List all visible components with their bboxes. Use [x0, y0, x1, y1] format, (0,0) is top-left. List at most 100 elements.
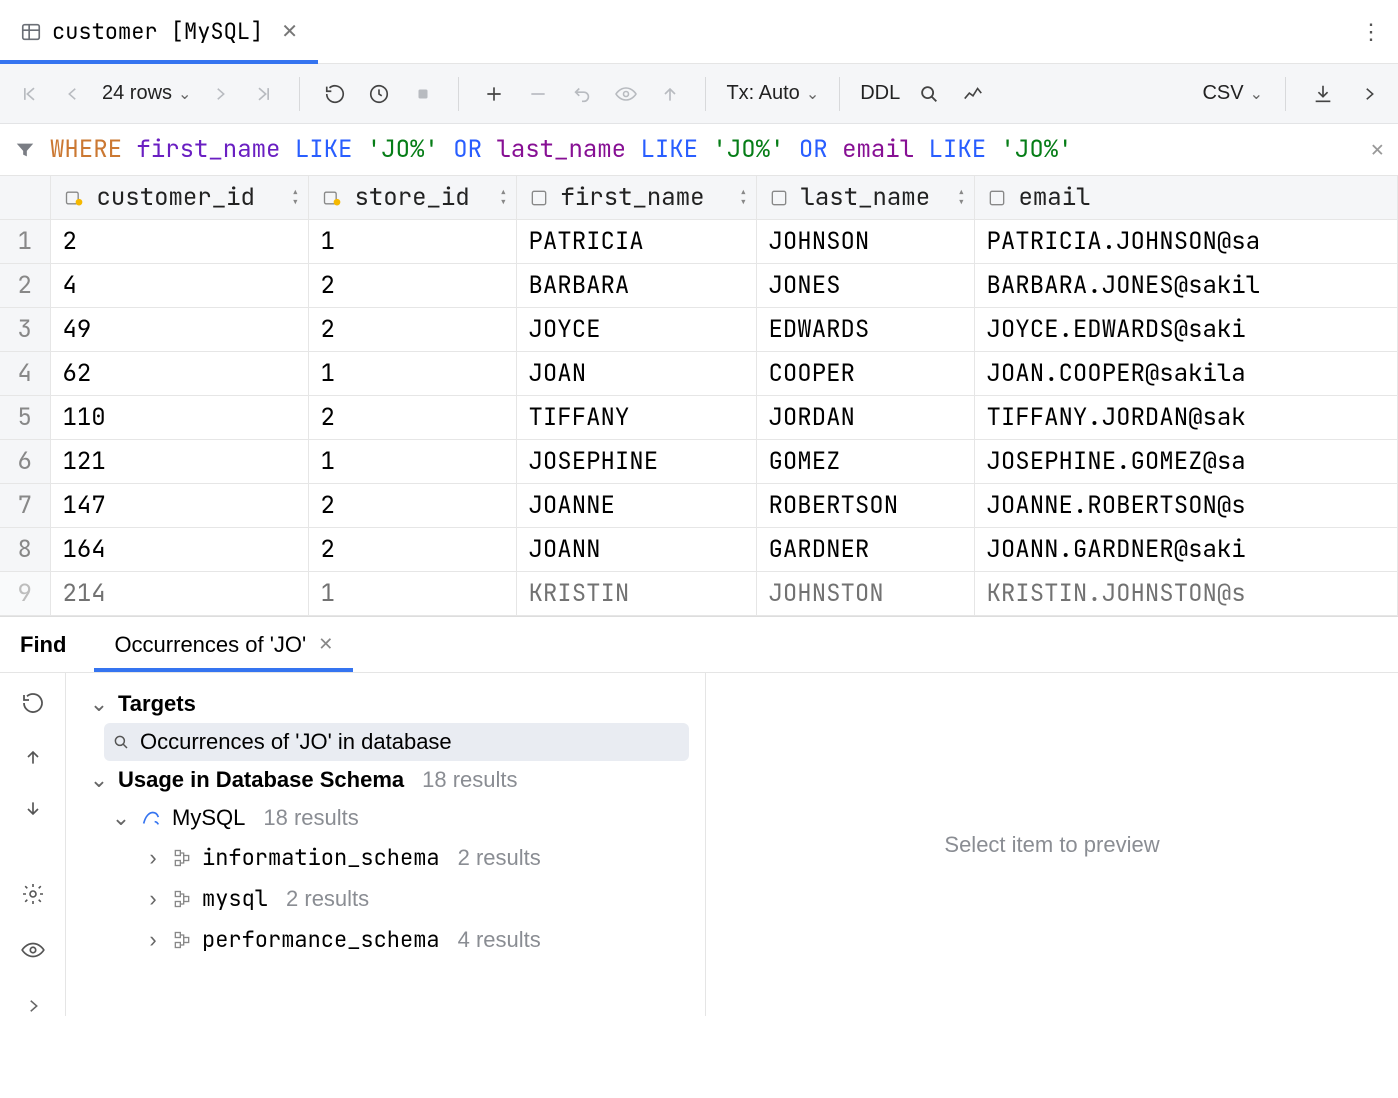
- find-panel: Find Occurrences of 'JO' ✕ ⌄ Targets Occ…: [0, 616, 1398, 1016]
- find-panel-tabs: Find Occurrences of 'JO' ✕: [0, 617, 1398, 673]
- find-results-tree: ⌄ Targets Occurrences of 'JO' in databas…: [66, 673, 706, 1016]
- chevron-down-icon[interactable]: ⌄: [90, 767, 108, 793]
- ddl-button[interactable]: DDL: [860, 82, 900, 105]
- col-label: email: [1019, 182, 1091, 213]
- remove-row-icon[interactable]: [523, 77, 553, 111]
- chevron-down-icon[interactable]: ⌄: [90, 691, 108, 717]
- search-icon[interactable]: [914, 77, 944, 111]
- gear-icon[interactable]: [21, 882, 45, 913]
- find-preview-pane: Select item to preview: [706, 673, 1398, 1016]
- table-row[interactable]: 61211JOSEPHINEGOMEZJOSEPHINE.GOMEZ@sa: [0, 440, 1398, 484]
- col-label: first_name: [561, 182, 705, 213]
- col-label: customer_id: [97, 182, 255, 213]
- col-store-id[interactable]: store_id ▴▾: [308, 176, 516, 220]
- refresh-icon[interactable]: [21, 691, 45, 722]
- tab-label: Occurrences of 'JO': [114, 632, 306, 658]
- kw-like: LIKE: [640, 134, 698, 165]
- table-row[interactable]: 81642JOANNGARDNERJOANN.GARDNER@saki: [0, 528, 1398, 572]
- sort-icon[interactable]: ▴▾: [739, 188, 747, 208]
- col-first-name[interactable]: first_name ▴▾: [516, 176, 756, 220]
- chart-icon[interactable]: [958, 77, 988, 111]
- revert-icon[interactable]: [567, 77, 597, 111]
- sort-icon[interactable]: ▴▾: [291, 188, 299, 208]
- table-header-row: customer_id ▴▾ store_id ▴▾ first_name ▴▾: [0, 176, 1398, 220]
- tree-schema-performance-schema[interactable]: › performance_schema 4 results: [136, 919, 689, 960]
- chevron-down-icon: ⌄: [178, 84, 191, 104]
- col-customer-id[interactable]: customer_id ▴▾: [50, 176, 308, 220]
- more-icon[interactable]: [1354, 77, 1384, 111]
- tree-occurrences-db[interactable]: Occurrences of 'JO' in database: [104, 723, 689, 761]
- chevron-down-icon[interactable]: ⌄: [112, 805, 130, 831]
- data-grid: customer_id ▴▾ store_id ▴▾ first_name ▴▾: [0, 176, 1398, 616]
- filter-icon: [14, 139, 36, 161]
- chevron-right-icon[interactable]: ›: [144, 845, 162, 871]
- next-result-icon[interactable]: [23, 798, 43, 826]
- table-row[interactable]: 71472JOANNEROBERTSONJOANNE.ROBERTSON@s: [0, 484, 1398, 528]
- tree-mysql[interactable]: ⌄ MySQL 18 results: [104, 799, 689, 837]
- chevron-right-icon[interactable]: ›: [144, 886, 162, 912]
- table-row[interactable]: 121PATRICIAJOHNSONPATRICIA.JOHNSON@sa: [0, 220, 1398, 264]
- column-icon: [529, 188, 549, 208]
- editor-tab-customer[interactable]: customer [MySQL] ✕: [0, 0, 318, 63]
- prev-result-icon[interactable]: [23, 746, 43, 774]
- col-label: last_name: [801, 182, 931, 213]
- table-row[interactable]: 92141KRISTINJOHNSTONKRISTIN.JOHNSTON@s: [0, 572, 1398, 616]
- column-icon: [987, 188, 1007, 208]
- table-row[interactable]: 51102TIFFANYJORDANTIFFANY.JORDAN@sak: [0, 396, 1398, 440]
- add-row-icon[interactable]: [479, 77, 509, 111]
- key-column-icon: [321, 188, 343, 208]
- table-row[interactable]: 3492JOYCEEDWARDSJOYCE.EDWARDS@saki: [0, 308, 1398, 352]
- col-last-name[interactable]: last_name ▴▾: [756, 176, 974, 220]
- rows-dropdown[interactable]: 24 rows ⌄: [102, 82, 191, 105]
- filter-bar[interactable]: WHERE first_name LIKE 'JO%' OR last_name…: [0, 124, 1398, 176]
- table-row[interactable]: 4621JOANCOOPERJOAN.COOPER@sakila: [0, 352, 1398, 396]
- chevron-right-icon[interactable]: ›: [144, 927, 162, 953]
- chevron-down-icon: ⌄: [1250, 84, 1263, 104]
- tree-schema-information-schema[interactable]: › information_schema 2 results: [136, 837, 689, 878]
- filter-col-lastname: last_name: [496, 134, 626, 165]
- col-label: store_id: [355, 182, 470, 213]
- close-icon[interactable]: ✕: [281, 19, 298, 44]
- tree-usage-schema[interactable]: ⌄ Usage in Database Schema 18 results: [82, 761, 689, 799]
- schema-icon: [172, 848, 192, 868]
- csv-dropdown[interactable]: CSV ⌄: [1202, 82, 1263, 105]
- last-page-icon[interactable]: [249, 77, 279, 111]
- schema-icon: [172, 930, 192, 950]
- preview-icon[interactable]: [20, 937, 46, 970]
- stop-icon[interactable]: [408, 77, 438, 111]
- close-icon[interactable]: ✕: [318, 634, 333, 655]
- close-icon[interactable]: ✕: [1371, 135, 1384, 164]
- kw-or: OR: [799, 134, 828, 165]
- sort-icon[interactable]: ▴▾: [499, 188, 507, 208]
- key-column-icon: [63, 188, 85, 208]
- filter-val1: 'JO%': [367, 134, 439, 165]
- col-email[interactable]: email: [974, 176, 1398, 220]
- rownum-header[interactable]: [0, 176, 50, 220]
- chevron-right-icon[interactable]: [24, 994, 42, 1016]
- tx-label: Tx: Auto: [726, 82, 799, 105]
- preview-query-icon[interactable]: [611, 77, 641, 111]
- kw-or: OR: [453, 134, 482, 165]
- tree-targets[interactable]: ⌄ Targets: [82, 685, 689, 723]
- first-page-icon[interactable]: [14, 77, 44, 111]
- next-page-icon[interactable]: [205, 77, 235, 111]
- find-side-toolbar: [0, 673, 66, 1016]
- rows-label: 24 rows: [102, 82, 172, 105]
- prev-page-icon[interactable]: [58, 77, 88, 111]
- tx-dropdown[interactable]: Tx: Auto ⌄: [726, 82, 819, 105]
- column-icon: [769, 188, 789, 208]
- kw-like: LIKE: [929, 134, 987, 165]
- submit-icon[interactable]: [655, 77, 685, 111]
- filter-val2: 'JO%': [712, 134, 784, 165]
- filter-col-firstname: first_name: [136, 134, 280, 165]
- find-tab-occurrences[interactable]: Occurrences of 'JO' ✕: [94, 617, 353, 672]
- history-icon[interactable]: [364, 77, 394, 111]
- tree-schema-mysql[interactable]: › mysql 2 results: [136, 878, 689, 919]
- table-row[interactable]: 242BARBARAJONESBARBARA.JONES@sakil: [0, 264, 1398, 308]
- tab-overflow-icon[interactable]: ⋮: [1360, 0, 1382, 63]
- find-title: Find: [20, 617, 94, 672]
- sort-icon[interactable]: ▴▾: [957, 188, 965, 208]
- reload-icon[interactable]: [320, 77, 350, 111]
- export-icon[interactable]: [1308, 77, 1338, 111]
- search-icon: [112, 732, 130, 752]
